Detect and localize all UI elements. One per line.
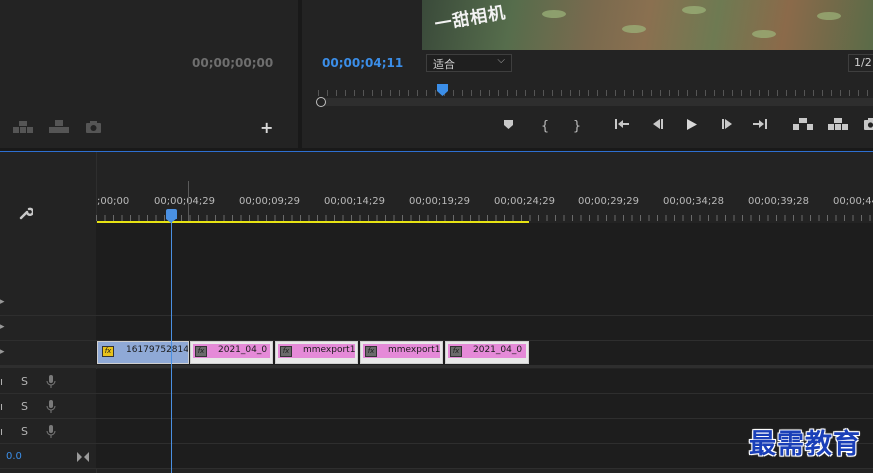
play-icon[interactable] bbox=[681, 118, 701, 136]
clip-name: mmexport1 bbox=[303, 345, 356, 355]
timeline-clip[interactable]: fx mmexport1 bbox=[360, 341, 443, 364]
clip-name: 2021_04_0 bbox=[218, 345, 268, 355]
clip-name: mmexport1 bbox=[388, 345, 441, 355]
ruler-label: 00;00;24;29 bbox=[494, 196, 556, 207]
track-header-a3[interactable]: ı S bbox=[0, 419, 96, 444]
fx-icon[interactable]: fx bbox=[450, 346, 462, 357]
timeline-clip[interactable]: fx 2021_04_0 bbox=[190, 341, 273, 364]
ruler-label: 00;00;04;29 bbox=[154, 196, 216, 207]
video-audio-divider[interactable] bbox=[0, 365, 873, 368]
chevron-down-icon: ⌵ bbox=[497, 55, 505, 66]
program-video-frame: 一甜相机 bbox=[422, 0, 873, 50]
go-to-out-icon[interactable] bbox=[750, 118, 770, 136]
track-header-v2[interactable]: ▸ bbox=[0, 316, 96, 341]
insert-icon[interactable] bbox=[13, 121, 33, 136]
ruler-label: ;00;00 bbox=[97, 196, 130, 207]
solo-button[interactable]: S bbox=[21, 425, 28, 438]
program-scrub-bar[interactable] bbox=[320, 98, 873, 106]
track-header-v1[interactable]: ▸ bbox=[0, 341, 96, 366]
microphone-icon[interactable] bbox=[46, 374, 56, 393]
toggle-track-icon[interactable]: ▸ bbox=[0, 347, 5, 357]
audio-track-a1[interactable] bbox=[96, 369, 873, 394]
ruler-label: 00;00;14;29 bbox=[324, 196, 386, 207]
toggle-track-icon[interactable]: ▸ bbox=[0, 322, 5, 332]
track-header-a1[interactable]: ı S bbox=[0, 369, 96, 394]
go-to-end-icon[interactable] bbox=[77, 447, 89, 466]
lift-icon[interactable] bbox=[793, 118, 813, 136]
fit-select[interactable]: 适合 ⌵ bbox=[426, 54, 512, 72]
resolution-select[interactable]: 1/2 bbox=[848, 54, 873, 72]
step-forward-icon[interactable] bbox=[717, 118, 737, 136]
export-frame-icon[interactable] bbox=[860, 118, 873, 136]
timeline-playhead[interactable] bbox=[166, 209, 177, 219]
step-back-icon[interactable] bbox=[647, 118, 667, 136]
mark-in-icon[interactable]: { bbox=[535, 118, 555, 136]
fx-icon[interactable]: fx bbox=[195, 346, 207, 357]
ruler-label: 00;00;44 bbox=[833, 196, 873, 207]
video-track-v2[interactable] bbox=[96, 316, 873, 341]
ruler-label: 00;00;19;29 bbox=[409, 196, 471, 207]
toggle-track-icon[interactable]: ▸ bbox=[0, 297, 5, 307]
clip-name: 161797528140 bbox=[126, 345, 188, 355]
video-track-v3[interactable] bbox=[96, 291, 873, 316]
fx-icon[interactable]: fx bbox=[365, 346, 377, 357]
track-header-master[interactable]: 0.0 bbox=[0, 444, 96, 469]
fx-icon[interactable]: fx bbox=[102, 346, 114, 357]
timeline-clip[interactable]: fx 2021_04_0 bbox=[445, 341, 529, 364]
fx-icon[interactable]: fx bbox=[280, 346, 292, 357]
timeline-clip[interactable]: fx 161797528140 bbox=[97, 341, 189, 364]
ruler-label: 00;00;29;29 bbox=[578, 196, 640, 207]
program-timecode[interactable]: 00;00;04;11 bbox=[322, 56, 403, 70]
extract-icon[interactable] bbox=[828, 118, 848, 136]
master-volume-value[interactable]: 0.0 bbox=[6, 451, 22, 462]
program-scrub-ticks bbox=[318, 90, 873, 96]
timeline-clip[interactable]: fx mmexport1 bbox=[275, 341, 358, 364]
source-monitor: 00;00;00;00 + bbox=[0, 0, 298, 148]
wrench-icon[interactable] bbox=[18, 206, 35, 225]
audio-track-a2[interactable] bbox=[96, 394, 873, 419]
go-to-in-icon[interactable] bbox=[612, 118, 632, 136]
ruler-label: 00;00;09;29 bbox=[239, 196, 301, 207]
overwrite-icon[interactable] bbox=[49, 120, 69, 136]
timeline-empty-area[interactable] bbox=[96, 223, 873, 291]
ruler-label: 00;00;39;28 bbox=[748, 196, 810, 207]
marker-icon[interactable] bbox=[498, 118, 518, 136]
scrub-in-handle[interactable] bbox=[316, 97, 326, 107]
source-timecode[interactable]: 00;00;00;00 bbox=[192, 56, 273, 70]
microphone-icon[interactable] bbox=[46, 424, 56, 443]
track-header-a2[interactable]: ı S bbox=[0, 394, 96, 419]
video-overlay-text: 一甜相机 bbox=[433, 2, 508, 36]
solo-button[interactable]: S bbox=[21, 400, 28, 413]
timeline-playhead-pointer bbox=[166, 219, 176, 223]
ruler-label: 00;00;34;28 bbox=[663, 196, 725, 207]
watermark: 最需教育 bbox=[749, 429, 861, 460]
mark-out-icon[interactable]: } bbox=[567, 118, 587, 136]
track-header-v3[interactable]: ▸ bbox=[0, 291, 96, 316]
microphone-icon[interactable] bbox=[46, 399, 56, 418]
ruler-marker-line bbox=[188, 181, 189, 221]
fit-select-value: 适合 bbox=[433, 58, 455, 71]
resolution-value: 1/2 bbox=[854, 56, 872, 69]
add-button[interactable]: + bbox=[260, 118, 273, 137]
clip-name: 2021_04_0 bbox=[473, 345, 523, 355]
solo-button[interactable]: S bbox=[21, 375, 28, 388]
export-frame-icon[interactable] bbox=[86, 121, 101, 136]
timeline-playhead-line bbox=[171, 215, 172, 473]
